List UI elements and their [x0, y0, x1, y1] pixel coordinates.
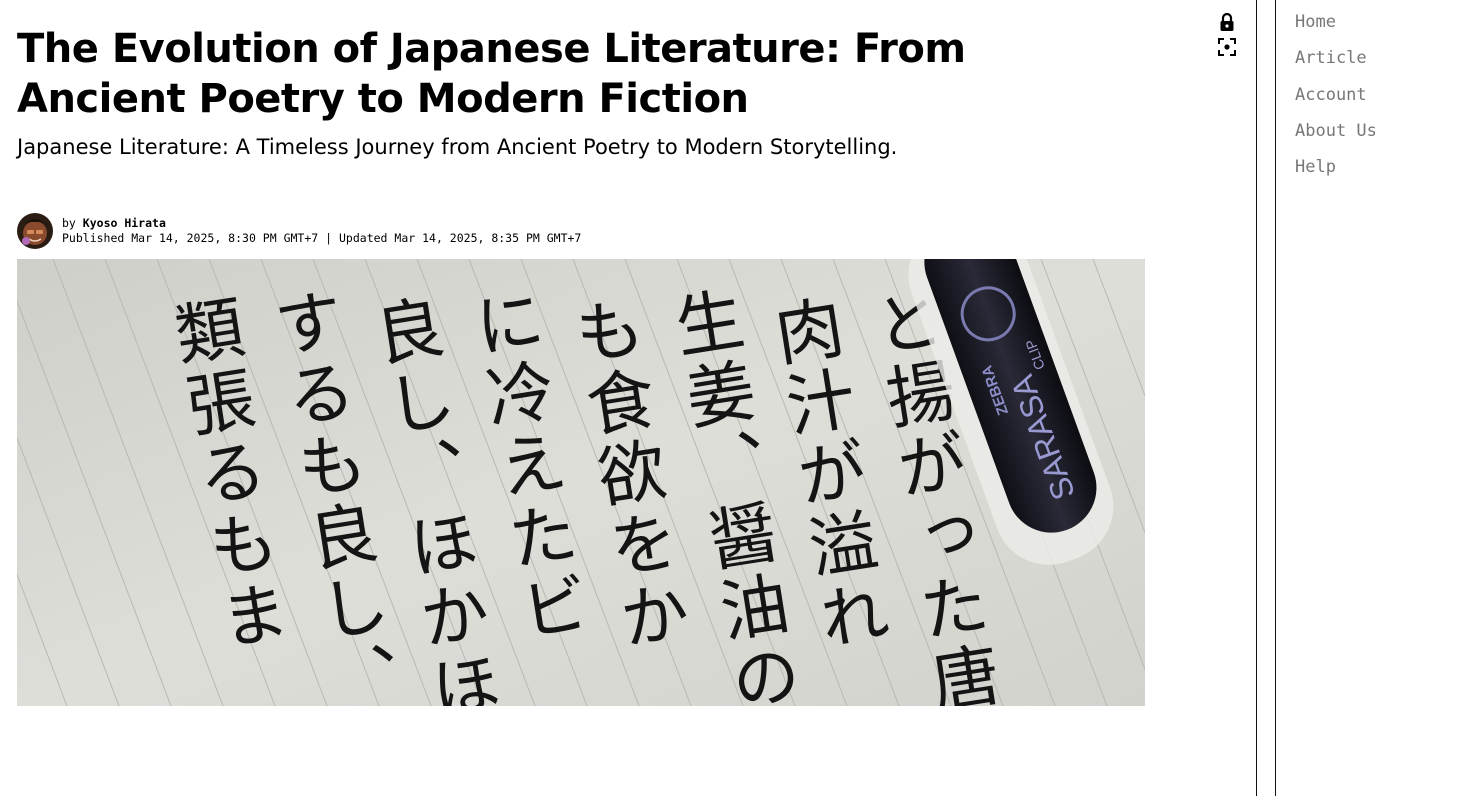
- lock-icon[interactable]: [1216, 11, 1238, 33]
- article-title: The Evolution of Japanese Literature: Fr…: [17, 26, 966, 122]
- updated-date: Mar 14, 2025, 8:35 PM GMT+7: [394, 231, 582, 245]
- date-separator: |: [325, 231, 333, 245]
- author-name[interactable]: Kyoso Hirata: [83, 216, 166, 230]
- nav-item-help[interactable]: Help: [1295, 155, 1377, 179]
- nav-item-about-us[interactable]: About Us: [1295, 119, 1377, 143]
- author-avatar[interactable]: [17, 213, 53, 249]
- hero-image: と揚がった唐 肉汁が溢れ 生姜、醤油の も食欲をか に冷えたビ 良し、ほかほか するも良し、…: [17, 259, 1145, 706]
- nav-item-article[interactable]: Article: [1295, 46, 1377, 70]
- nav-item-account[interactable]: Account: [1295, 83, 1377, 107]
- panel-divider-right: [1275, 0, 1276, 796]
- byline-text: by Kyoso Hirata Published Mar 14, 2025, …: [62, 216, 581, 246]
- main-content: The Evolution of Japanese Literature: Fr…: [0, 0, 1256, 796]
- side-navigation: Home Article Account About Us Help: [1295, 10, 1377, 191]
- published-label: Published: [62, 231, 125, 245]
- toolbar: [1216, 11, 1238, 61]
- nav-item-home[interactable]: Home: [1295, 10, 1377, 34]
- article-subtitle: Japanese Literature: A Timeless Journey …: [17, 135, 898, 159]
- byline-prefix: by: [62, 216, 76, 230]
- updated-label: Updated: [339, 231, 388, 245]
- panel-divider-left: [1256, 0, 1257, 796]
- byline: by Kyoso Hirata Published Mar 14, 2025, …: [17, 213, 917, 251]
- focus-icon[interactable]: [1216, 36, 1238, 58]
- published-date: Mar 14, 2025, 8:30 PM GMT+7: [131, 231, 319, 245]
